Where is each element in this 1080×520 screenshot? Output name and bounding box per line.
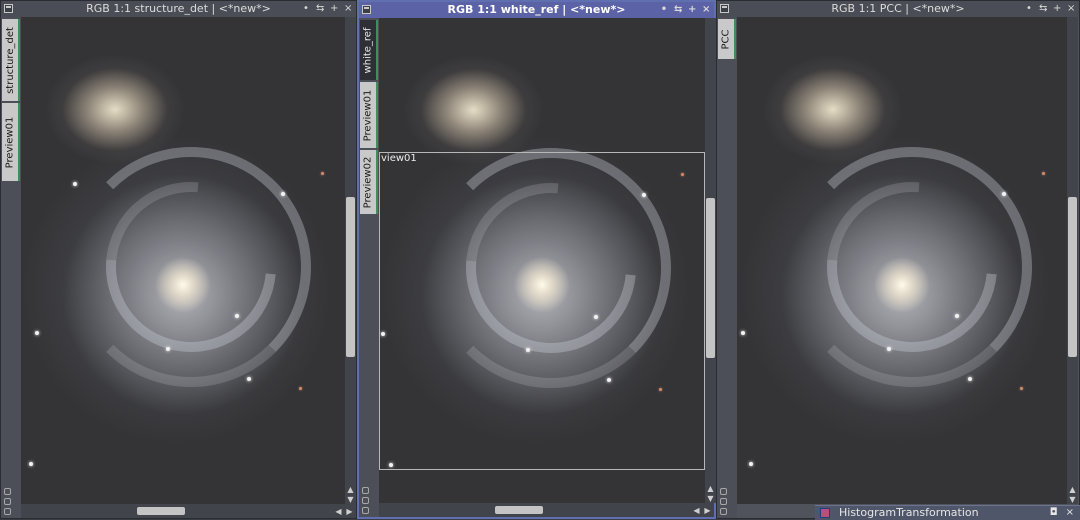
- arrow-left-icon[interactable]: ◀: [333, 507, 344, 516]
- preview-label: view01: [381, 153, 417, 164]
- arrow-down-icon[interactable]: ▼: [345, 495, 356, 504]
- scroll-thumb[interactable]: [495, 506, 543, 514]
- view-tabs: structure_det Preview01: [1, 17, 21, 518]
- window-title: RGB 1:1 white_ref | <*new*>: [447, 3, 626, 16]
- restore-button[interactable]: ◘: [1050, 506, 1058, 520]
- image-window-pcc[interactable]: RGB 1:1 PCC | <*new*> • ⇆ + × PCC ▲ ▼: [716, 0, 1080, 519]
- tab-label: Preview01: [362, 89, 374, 141]
- zoom-icon[interactable]: [720, 488, 727, 495]
- star: [1002, 192, 1006, 196]
- close-button[interactable]: ×: [344, 1, 352, 17]
- image-canvas[interactable]: view01: [379, 18, 705, 503]
- star: [1020, 387, 1023, 390]
- panel-title: HistogramTransformation: [839, 506, 979, 519]
- arrow-down-icon[interactable]: ▼: [1067, 495, 1078, 504]
- window-title: RGB 1:1 structure_det | <*new*>: [86, 2, 271, 15]
- zoom-icon[interactable]: [362, 487, 369, 494]
- image-window-structure-det[interactable]: RGB 1:1 structure_det | <*new*> • ⇆ + × …: [0, 0, 357, 519]
- tab-label: Preview01: [4, 116, 16, 168]
- window-title: RGB 1:1 PCC | <*new*>: [831, 2, 965, 15]
- vertical-scrollbar[interactable]: ▲ ▼: [705, 18, 716, 503]
- mask-icon[interactable]: [362, 497, 369, 504]
- view-tabs: PCC: [717, 17, 737, 518]
- window-titlebar[interactable]: RGB 1:1 white_ref | <*new*> • ⇆ + ×: [359, 2, 714, 18]
- tab-label: Preview02: [362, 156, 374, 208]
- mask-icon[interactable]: [4, 498, 11, 505]
- star: [1042, 172, 1045, 175]
- maximize-button[interactable]: +: [1053, 1, 1061, 17]
- shade-button[interactable]: •: [302, 1, 310, 17]
- star: [955, 314, 959, 318]
- horizontal-scrollbar[interactable]: ◀ ▶: [379, 503, 714, 517]
- window-titlebar[interactable]: RGB 1:1 structure_det | <*new*> • ⇆ + ×: [1, 1, 356, 17]
- image-canvas[interactable]: [737, 17, 1067, 504]
- window-menu-icon[interactable]: [720, 4, 729, 13]
- star: [73, 182, 77, 186]
- lock-icon[interactable]: [720, 508, 727, 515]
- lock-icon[interactable]: [362, 507, 369, 514]
- swap-button[interactable]: ⇆: [316, 1, 324, 17]
- vertical-scrollbar[interactable]: ▲ ▼: [345, 17, 356, 504]
- swap-button[interactable]: ⇆: [674, 2, 682, 18]
- close-button[interactable]: ×: [1067, 1, 1075, 17]
- zoom-icon[interactable]: [4, 488, 11, 495]
- mask-icon[interactable]: [720, 498, 727, 505]
- tab-label: structure_det: [4, 26, 16, 94]
- histogram-icon: [820, 508, 830, 518]
- star: [741, 331, 745, 335]
- star: [29, 462, 33, 466]
- image-window-white-ref[interactable]: RGB 1:1 white_ref | <*new*> • ⇆ + × whit…: [357, 0, 716, 519]
- arrow-up-icon[interactable]: ▲: [705, 484, 716, 493]
- star: [235, 314, 239, 318]
- star: [299, 387, 302, 390]
- scroll-thumb[interactable]: [346, 197, 355, 357]
- tab-structure-det[interactable]: structure_det: [2, 19, 20, 101]
- scroll-thumb[interactable]: [706, 198, 715, 358]
- horizontal-scrollbar[interactable]: ◀ ▶: [21, 504, 356, 518]
- tab-label: PCC: [720, 29, 732, 49]
- arrow-up-icon[interactable]: ▲: [345, 485, 356, 494]
- vertical-scrollbar[interactable]: ▲ ▼: [1067, 17, 1078, 504]
- arrow-left-icon[interactable]: ◀: [691, 506, 702, 515]
- maximize-button[interactable]: +: [688, 2, 696, 18]
- tab-white-ref[interactable]: white_ref: [360, 20, 378, 80]
- star: [321, 172, 324, 175]
- shade-button[interactable]: •: [1025, 1, 1033, 17]
- tab-preview01[interactable]: Preview01: [360, 82, 378, 148]
- star: [35, 331, 39, 335]
- tab-preview01[interactable]: Preview01: [2, 103, 20, 181]
- view-tabs: white_ref Preview01 Preview02: [359, 18, 379, 517]
- arrow-right-icon[interactable]: ▶: [702, 506, 713, 515]
- star: [166, 347, 170, 351]
- image-canvas[interactable]: [21, 17, 345, 504]
- shade-button[interactable]: •: [660, 2, 668, 18]
- arrow-up-icon[interactable]: ▲: [1067, 485, 1078, 494]
- scroll-thumb[interactable]: [1068, 197, 1077, 357]
- tab-pcc[interactable]: PCC: [718, 19, 736, 59]
- lock-icon[interactable]: [4, 508, 11, 515]
- tab-label: white_ref: [362, 27, 374, 73]
- star: [968, 377, 972, 381]
- close-button[interactable]: ×: [702, 2, 710, 18]
- arrow-right-icon[interactable]: ▶: [344, 507, 355, 516]
- window-titlebar[interactable]: RGB 1:1 PCC | <*new*> • ⇆ + ×: [717, 1, 1079, 17]
- tab-preview02[interactable]: Preview02: [360, 150, 378, 214]
- star: [247, 377, 251, 381]
- arrow-down-icon[interactable]: ▼: [705, 494, 716, 503]
- star: [887, 347, 891, 351]
- star: [749, 462, 753, 466]
- swap-button[interactable]: ⇆: [1039, 1, 1047, 17]
- preview-rectangle[interactable]: view01: [379, 152, 705, 470]
- star: [281, 192, 285, 196]
- maximize-button[interactable]: +: [330, 1, 338, 17]
- window-menu-icon[interactable]: [4, 4, 13, 13]
- histogram-transformation-panel[interactable]: HistogramTransformation ◘ ×: [815, 505, 1080, 520]
- close-button[interactable]: ×: [1066, 506, 1074, 520]
- window-menu-icon[interactable]: [362, 5, 371, 14]
- scroll-thumb[interactable]: [137, 507, 185, 515]
